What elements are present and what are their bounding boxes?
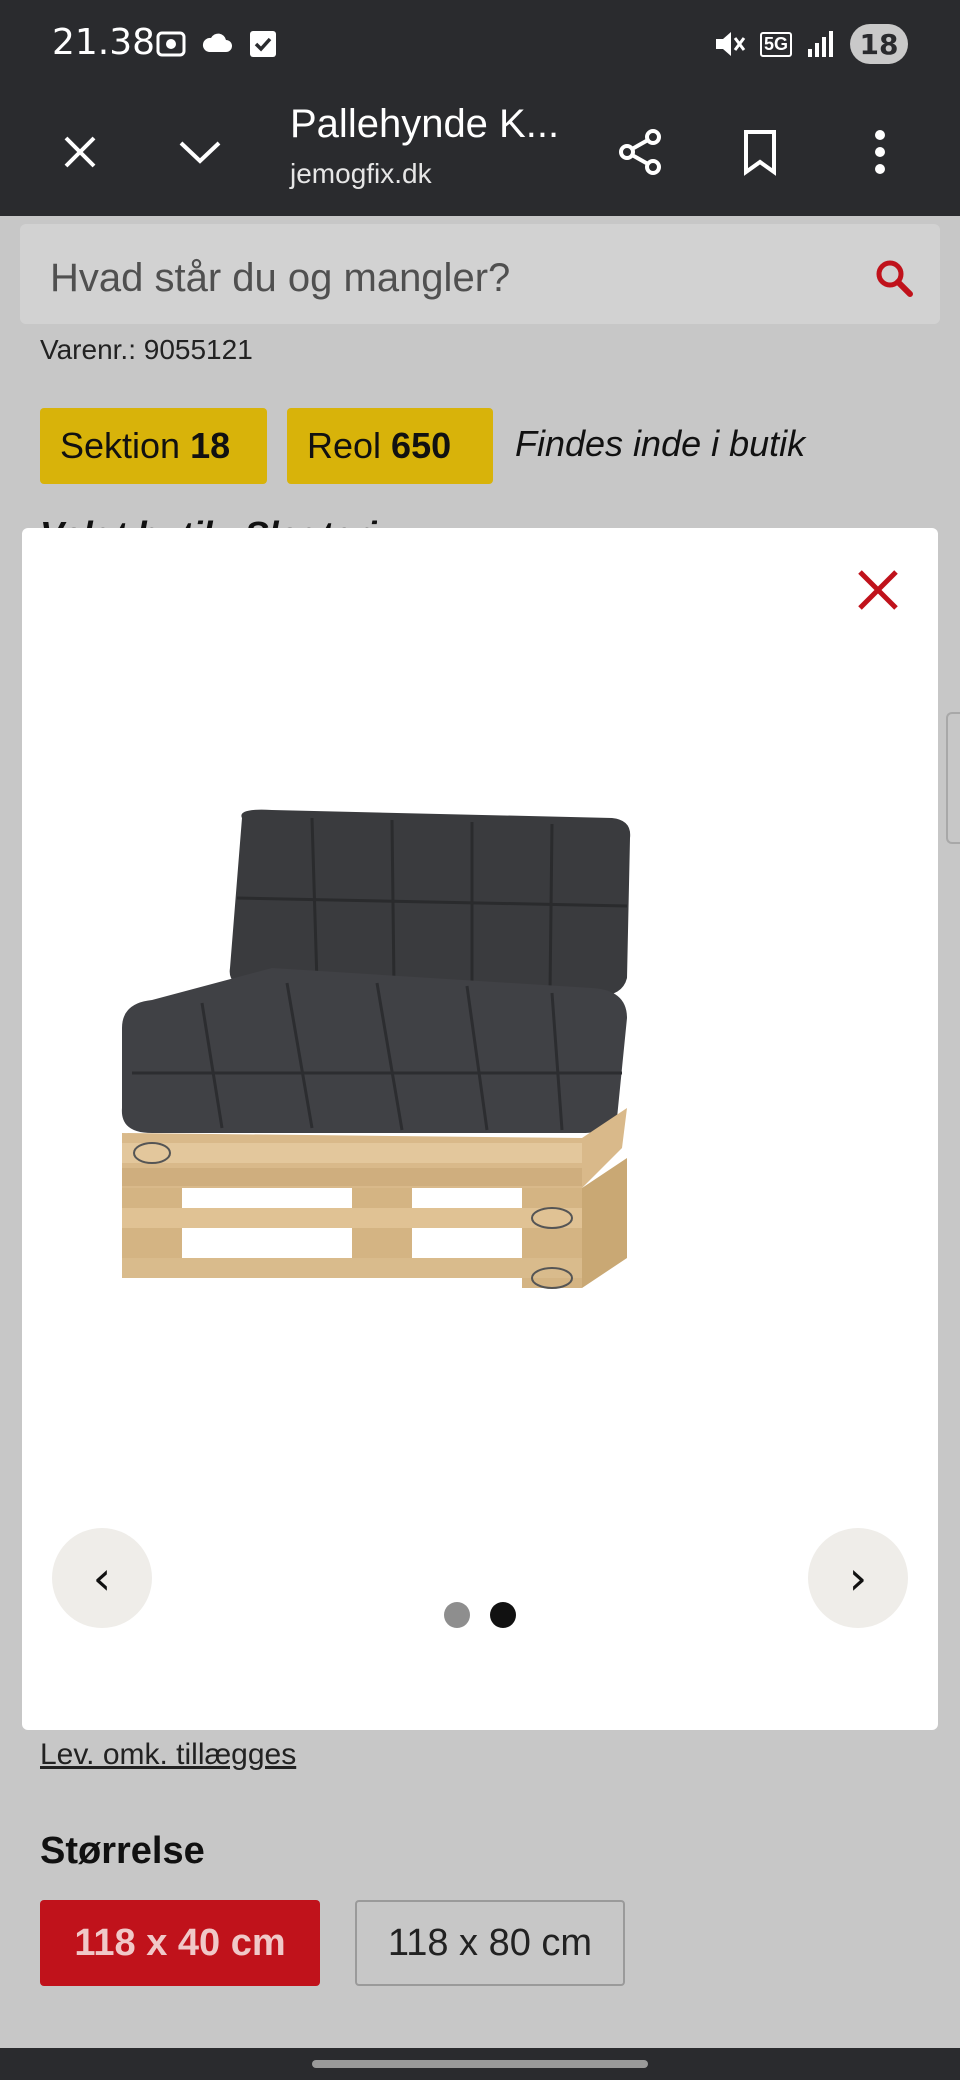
status-bar: 21.38 5G 18: [0, 0, 960, 88]
gallery-pagination: [444, 1602, 516, 1628]
menu-button[interactable]: [846, 118, 914, 186]
product-image: [121, 809, 631, 1289]
section-label: Sektion: [60, 425, 181, 466]
mute-icon: [715, 32, 746, 56]
signal-icon: [808, 31, 833, 57]
shelf-value: 650: [391, 425, 452, 466]
side-panel-handle[interactable]: [946, 712, 960, 844]
close-icon: [858, 570, 898, 610]
shelf-badge: Reol 650: [287, 408, 493, 484]
home-handle[interactable]: [312, 2060, 648, 2068]
item-number: Varenr.: 9055121: [40, 334, 253, 365]
search-icon[interactable]: [874, 258, 914, 298]
status-right-icons: 5G 18: [712, 24, 908, 64]
page-title: Pallehynde K...: [290, 102, 560, 146]
status-left-icons: [155, 28, 279, 60]
in-store-text: Findes inde i butik: [515, 423, 806, 464]
network-type: 5G: [759, 31, 792, 57]
image-gallery-modal: ‹ ›: [22, 528, 938, 1730]
bookmark-button[interactable]: [726, 118, 794, 186]
chevron-down-icon: [179, 141, 221, 164]
battery-indicator: 18: [850, 24, 908, 64]
gallery-prev-button[interactable]: ‹: [52, 1528, 152, 1628]
size-heading: Størrelse: [40, 1830, 205, 1872]
screenshot-icon: [155, 28, 187, 60]
delivery-cost-link[interactable]: Lev. omk. tillægges: [40, 1738, 296, 1772]
minimize-button[interactable]: [166, 118, 234, 186]
gallery-dot-2[interactable]: [490, 1602, 516, 1628]
gallery-next-button[interactable]: ›: [808, 1528, 908, 1628]
gallery-dot-1[interactable]: [444, 1602, 470, 1628]
close-tab-button[interactable]: [46, 118, 114, 186]
checkbox-icon: [247, 28, 279, 60]
more-vert-icon: [875, 130, 885, 174]
share-button[interactable]: [606, 118, 674, 186]
size-option-118x80[interactable]: 118 x 80 cm: [355, 1900, 625, 1986]
search-bar[interactable]: Hvad står du og mangler?: [20, 224, 940, 324]
share-icon: [619, 129, 661, 175]
shelf-label: Reol: [307, 425, 382, 466]
section-value: 18: [190, 425, 231, 466]
status-time: 21.38: [52, 22, 156, 63]
bookmark-icon: [744, 130, 776, 176]
close-gallery-button[interactable]: [852, 564, 904, 616]
size-option-118x40[interactable]: 118 x 40 cm: [40, 1900, 320, 1986]
page-url: jemogfix.dk: [290, 158, 432, 189]
section-badge: Sektion 18: [40, 408, 267, 484]
gesture-bar: [0, 2048, 960, 2080]
close-icon: [64, 136, 96, 168]
search-input[interactable]: Hvad står du og mangler?: [50, 256, 510, 301]
browser-toolbar: Pallehynde K... jemogfix.dk: [0, 88, 960, 216]
cloud-icon: [201, 28, 233, 60]
